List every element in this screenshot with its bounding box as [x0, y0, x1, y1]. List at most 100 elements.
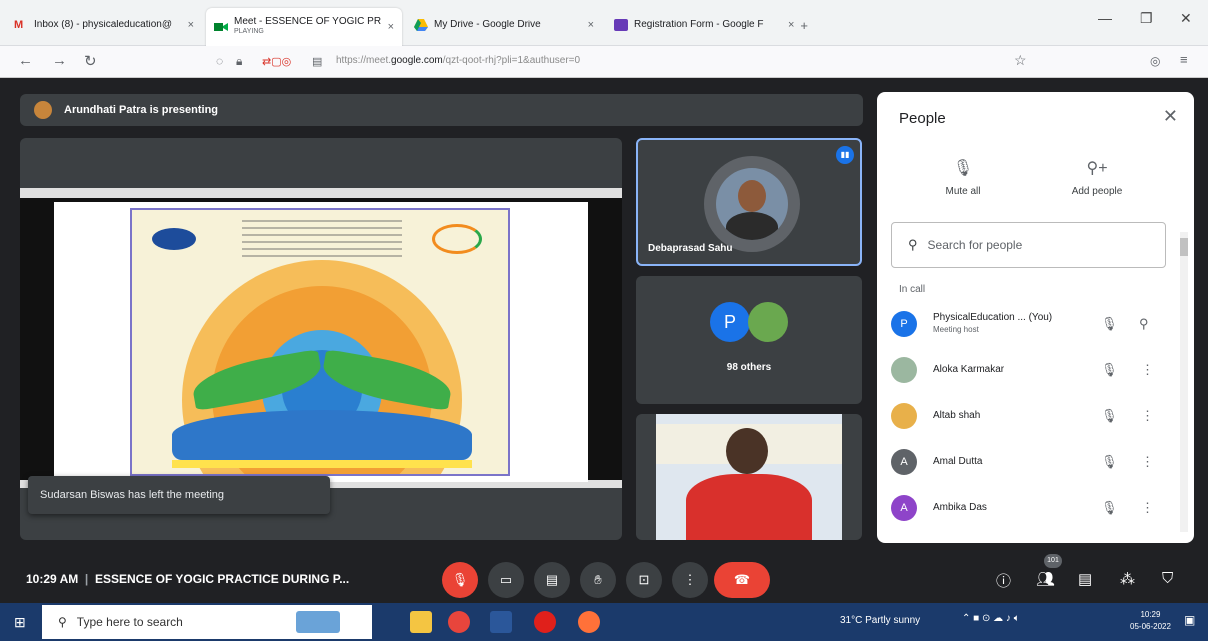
more-options-icon[interactable]: ⋮	[1141, 408, 1154, 424]
host-controls-icon[interactable]: ⛉	[1162, 570, 1173, 587]
present-button[interactable]: ⊡	[626, 562, 662, 598]
url-prefix: https://meet.	[336, 55, 392, 66]
tab-forms[interactable]: Registration Form - Google F × +	[606, 10, 816, 40]
mic-off-button[interactable]: 🎙︎	[442, 562, 478, 598]
meet-window: Arundhati Patra is presenting Sudarsan B…	[0, 78, 1208, 603]
task-view-icon[interactable]: ○	[364, 613, 372, 629]
participant-role: Meeting host	[933, 325, 979, 334]
panel-title: People	[899, 110, 946, 127]
weather-widget-icon[interactable]	[296, 611, 340, 633]
tab-close-icon[interactable]: ×	[588, 19, 594, 31]
mic-off-icon[interactable]: 🎙︎	[1101, 408, 1118, 424]
opera-icon[interactable]	[534, 611, 556, 633]
people-icon[interactable]: 👥︎	[1036, 570, 1055, 588]
minimize-icon[interactable]: —	[1098, 10, 1112, 26]
system-tray-icons[interactable]: ⌃ ■ ⊙ ☁ ♪ 🔈︎	[962, 613, 1020, 624]
add-people-button[interactable]: ⚲+ Add people	[1057, 158, 1137, 197]
leave-call-button[interactable]: ☎︎	[714, 562, 770, 598]
shared-window-titlebar	[20, 188, 622, 198]
info-icon[interactable]: ⓘ	[996, 570, 1011, 591]
windows-start-icon[interactable]: ⊞	[14, 614, 26, 631]
new-tab-icon[interactable]: +	[800, 18, 808, 33]
close-icon[interactable]: ✕	[1163, 106, 1178, 127]
meeting-info: 10:29 AM | ESSENCE OF YOGIC PRACTICE DUR…	[26, 572, 349, 586]
reader-icon[interactable]: ▤	[312, 55, 322, 68]
tab-drive[interactable]: My Drive - Google Drive ×	[406, 10, 602, 40]
participant-tile-speaker[interactable]: ▮▮ Debaprasad Sahu	[636, 138, 862, 266]
participant-tile-others[interactable]: P 98 others	[636, 276, 862, 404]
tab-meet[interactable]: Meet - ESSENCE OF YOGIC PR PLAYING ×	[206, 8, 402, 46]
more-options-icon[interactable]: ⋮	[1141, 362, 1154, 378]
back-icon[interactable]: ←	[18, 52, 33, 69]
scrollbar-thumb[interactable]	[1180, 238, 1188, 256]
list-item[interactable]: P PhysicalEducation ... (You) Meeting hos…	[891, 304, 1171, 344]
more-options-icon[interactable]: ⋮	[1141, 454, 1154, 470]
file-explorer-icon[interactable]	[410, 611, 432, 633]
list-item[interactable]: A Ambika Das 🎙︎ ⋮	[891, 488, 1171, 528]
participant-count-badge: 101	[1044, 554, 1062, 568]
camera-button[interactable]: ▭	[488, 562, 524, 598]
tab-close-icon[interactable]: ×	[788, 19, 794, 31]
mic-off-icon[interactable]: 🎙︎	[1101, 316, 1118, 332]
forward-icon[interactable]: →	[52, 52, 67, 69]
pin-icon[interactable]: ⚲	[1139, 316, 1149, 332]
avatar	[891, 403, 917, 429]
list-item[interactable]: Aloka Karmakar 🎙︎ ⋮	[891, 350, 1171, 390]
participant-name: Ambika Das	[933, 502, 987, 513]
chrome-icon[interactable]	[448, 611, 470, 633]
participant-video-feed	[656, 414, 842, 540]
tab-title: My Drive - Google Drive	[434, 20, 541, 30]
mic-off-icon[interactable]: 🎙︎	[1101, 500, 1118, 516]
tab-title: Registration Form - Google F	[634, 20, 764, 30]
others-avatar-initial: P	[710, 302, 750, 342]
tab-playing-label: PLAYING	[234, 28, 264, 35]
mute-all-button[interactable]: 🎙︎ Mute all	[923, 158, 1003, 197]
reload-icon[interactable]: ↻	[84, 52, 97, 70]
chat-icon[interactable]: ▤	[1078, 570, 1092, 588]
maximize-icon[interactable]: ❐	[1140, 10, 1153, 27]
mic-off-icon[interactable]: 🎙︎	[1101, 454, 1118, 470]
list-item[interactable]: Altab shah 🎙︎ ⋮	[891, 396, 1171, 436]
bookmark-star-icon[interactable]: ☆	[1014, 52, 1027, 69]
address-bar: ← → ↻ ◌ 🔒︎ ⇄▢◎ ▤ https://meet.google.com…	[0, 46, 1208, 78]
participant-tile-video[interactable]	[636, 414, 862, 540]
word-icon[interactable]	[490, 611, 512, 633]
mic-off-icon[interactable]: 🎙︎	[1101, 362, 1118, 378]
raise-hand-button[interactable]: ✋︎	[580, 562, 616, 598]
window-close-icon[interactable]: ✕	[1180, 10, 1192, 27]
more-options-icon[interactable]: ⋮	[1141, 500, 1154, 516]
tab-close-icon[interactable]: ×	[188, 19, 194, 31]
more-options-icon: ⋮	[683, 572, 697, 587]
avatar: P	[891, 311, 917, 337]
gmail-icon: M	[14, 19, 24, 31]
shield-icon[interactable]: ◌	[216, 54, 223, 68]
permissions-icon[interactable]: ⇄▢◎	[262, 55, 291, 68]
mute-all-label: Mute all	[945, 186, 981, 197]
url-field[interactable]: https://meet.google.com/qzt-qoot-rhj?pli…	[336, 55, 580, 66]
firefox-icon[interactable]	[578, 611, 600, 633]
notifications-icon[interactable]: ▣	[1184, 613, 1195, 627]
avatar: A	[891, 449, 917, 475]
browser-tab-bar: M Inbox (8) - physicaleducation@ × Meet …	[0, 0, 1208, 46]
lock-icon[interactable]: 🔒︎	[236, 54, 242, 69]
people-panel: People ✕ 🎙︎ Mute all ⚲+ Add people ⚲ Search…	[877, 92, 1194, 543]
panel-scrollbar[interactable]	[1180, 232, 1188, 532]
tab-gmail[interactable]: M Inbox (8) - physicaleducation@ ×	[6, 10, 202, 40]
pocket-icon[interactable]: ◎	[1150, 54, 1160, 68]
avatar	[891, 357, 917, 383]
activities-icon[interactable]: ⁂	[1120, 570, 1135, 588]
camera-icon: ▭	[499, 572, 513, 587]
list-item[interactable]: A Amal Dutta 🎙︎ ⋮	[891, 442, 1171, 482]
search-icon: ⚲	[58, 615, 67, 629]
more-options-button[interactable]: ⋮	[672, 562, 708, 598]
present-icon: ⊡	[638, 572, 650, 587]
menu-icon[interactable]: ≡	[1180, 52, 1188, 67]
captions-button[interactable]: ▤	[534, 562, 570, 598]
participant-name: PhysicalEducation ... (You)	[933, 312, 1053, 323]
captions-icon: ▤	[545, 572, 559, 587]
search-people-input[interactable]: ⚲ Search for people	[891, 222, 1166, 268]
forms-icon	[614, 19, 628, 31]
meeting-title: ESSENCE OF YOGIC PRACTICE DURING P...	[94, 572, 350, 586]
tab-close-icon[interactable]: ×	[388, 21, 394, 33]
taskbar-clock[interactable]: 10:29 05-06-2022	[1130, 609, 1171, 633]
